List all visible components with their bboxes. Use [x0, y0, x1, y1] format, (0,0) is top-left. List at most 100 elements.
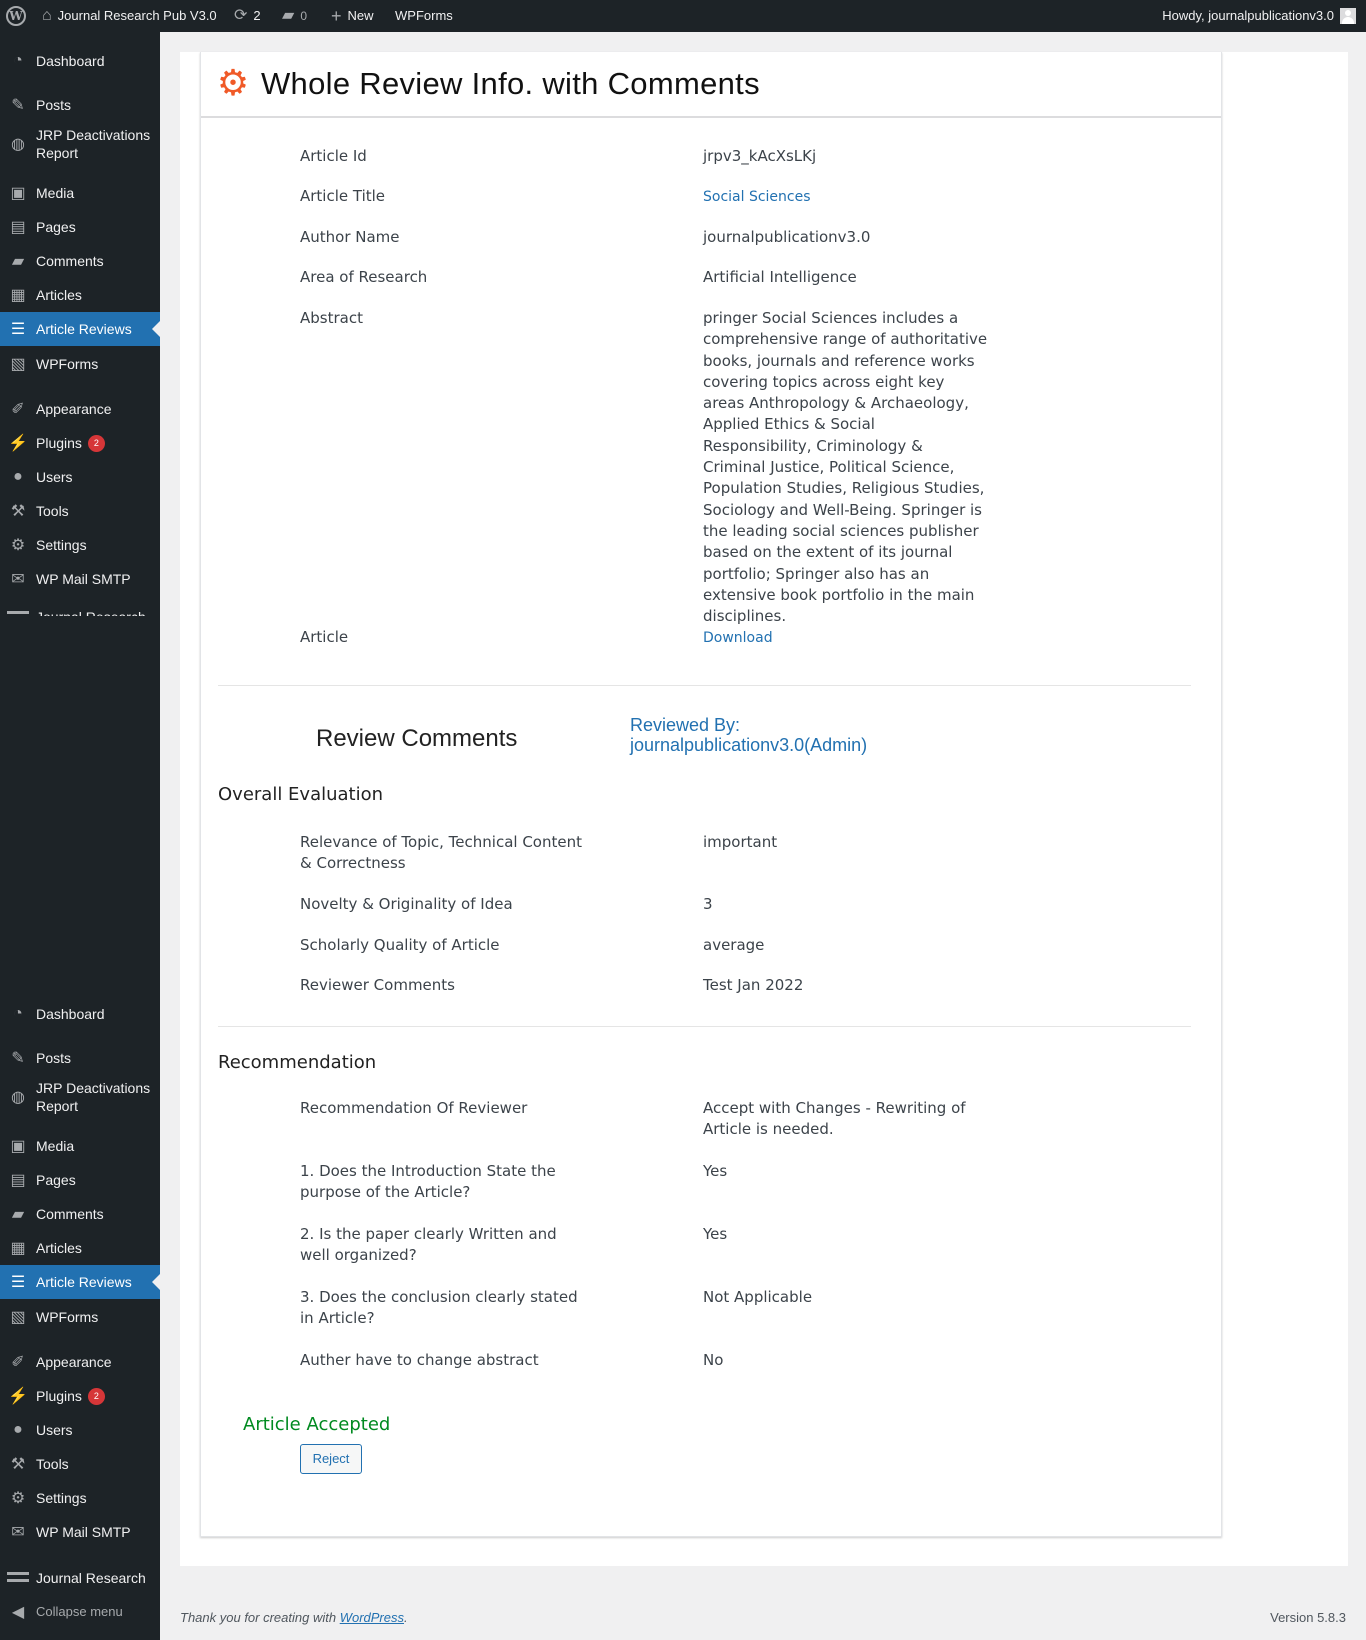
wordpress-footer-link[interactable]: WordPress: [340, 1610, 404, 1625]
sidebar-item-users[interactable]: ● Users: [0, 460, 160, 494]
sidebar-item-posts[interactable]: ✎ Posts: [0, 88, 160, 122]
recommendation-value: Yes: [703, 1225, 728, 1243]
recommendation-value: No: [703, 1351, 724, 1369]
sliders-icon: ⚙: [10, 537, 26, 554]
sidebar-item-articles[interactable]: ▦ Articles: [0, 278, 160, 312]
globe-icon: ◍: [11, 136, 25, 153]
sidebar-clipped-item: Journal Research: [0, 606, 160, 616]
comments-link[interactable]: ▰ 0: [282, 0, 307, 32]
my-account-link[interactable]: Howdy, journalpublicationv3.0: [1162, 0, 1356, 32]
brush-icon: ✐: [11, 1354, 25, 1371]
review-comments-heading: Review Comments: [316, 725, 518, 752]
document-icon: ▦: [10, 1240, 26, 1257]
document-icon: ▦: [10, 287, 26, 304]
plus-icon: +: [331, 6, 342, 26]
sliders-icon: ⚙: [10, 1490, 26, 1507]
download-link[interactable]: Download: [703, 630, 773, 646]
reviewed-by-text: Reviewed By: journalpublicationv3.0(Admi…: [630, 715, 868, 755]
sidebar-item-article-reviews[interactable]: ☰ Article Reviews: [0, 312, 160, 346]
recommendation-label: 3. Does the conclusion clearly stated in…: [300, 1288, 578, 1327]
sidebar-item-media[interactable]: ▣ Media: [0, 1129, 160, 1163]
sidebar-item-appearance[interactable]: ✐ Appearance: [0, 392, 160, 426]
evaluation-label: Scholarly Quality of Article: [300, 936, 500, 954]
site-name-link[interactable]: ⌂ Journal Research Pub V3.0: [42, 0, 217, 32]
sidebar-item-wpforms[interactable]: ▧ WPForms: [0, 1300, 160, 1334]
sidebar-item-wp-mail-smtp[interactable]: ✉ WP Mail SMTP: [0, 562, 160, 596]
sidebar-item-plugins[interactable]: ⚡ Plugins 2: [0, 426, 160, 460]
form-icon: ▧: [10, 356, 26, 373]
sidebar-item-comments[interactable]: ▰ Comments: [0, 244, 160, 278]
sidebar-item-dashboard[interactable]: ◔ Dashboard: [0, 997, 160, 1031]
wpforms-bar-link[interactable]: WPForms: [395, 0, 453, 32]
sidebar-item-settings[interactable]: ⚙ Settings: [0, 1481, 160, 1515]
sidebar-item-journal-research[interactable]: Journal Research: [0, 1561, 160, 1595]
recommendation-value: Accept with Changes - Rewriting of Artic…: [703, 1099, 966, 1138]
recommendation-heading: Recommendation: [218, 1052, 377, 1073]
list-icon: ☰: [10, 1274, 26, 1291]
reject-button[interactable]: Reject: [300, 1444, 362, 1474]
pages-icon: ▤: [10, 1172, 26, 1189]
author-name-value: journalpublicationv3.0: [703, 228, 871, 246]
sidebar-item-plugins[interactable]: ⚡ Plugins 2: [0, 1379, 160, 1413]
sidebar-item-settings[interactable]: ⚙ Settings: [0, 528, 160, 562]
evaluation-value: 3: [703, 895, 713, 913]
article-title-link[interactable]: Social Sciences: [703, 189, 811, 205]
updates-link[interactable]: ⟳ 2: [234, 0, 261, 32]
journal-icon: [0, 608, 36, 616]
detail-label: Article Title: [300, 187, 386, 205]
collapse-menu-button[interactable]: ◀ Collapse menu: [0, 1595, 160, 1629]
wordpress-logo-icon: W: [6, 6, 26, 26]
footer-thanks: Thank you for creating with WordPress.: [180, 1610, 408, 1625]
howdy-text: Howdy, journalpublicationv3.0: [1162, 8, 1334, 23]
wordpress-logo-link[interactable]: W: [6, 0, 26, 32]
sidebar-item-pages[interactable]: ▤ Pages: [0, 210, 160, 244]
sidebar-item-media[interactable]: ▣ Media: [0, 176, 160, 210]
recommendation-label: Recommendation Of Reviewer: [300, 1099, 528, 1117]
footer-thanks-text: Thank you for creating with: [180, 1610, 337, 1625]
article-id-value: jrpv3_kAcXsLKj: [703, 147, 817, 165]
sidebar-item-comments[interactable]: ▰ Comments: [0, 1197, 160, 1231]
sidebar-item-appearance[interactable]: ✐ Appearance: [0, 1345, 160, 1379]
sidebar-item-tools[interactable]: ⚒ Tools: [0, 1447, 160, 1481]
sidebar-item-posts[interactable]: ✎ Posts: [0, 1041, 160, 1075]
comments-count: 0: [300, 9, 307, 23]
sidebar-item-dashboard[interactable]: ◔ Dashboard: [0, 44, 160, 78]
admin-sidebar: ◔ Dashboard ✎ Posts ◍ JRP Deactivations Rep…: [0, 32, 160, 1640]
list-icon: ☰: [10, 321, 26, 338]
sidebar-item-tools[interactable]: ⚒ Tools: [0, 494, 160, 528]
sidebar-item-wp-mail-smtp[interactable]: ✉ WP Mail SMTP: [0, 1515, 160, 1549]
sidebar-item-journal-research-clipped[interactable]: Journal Research: [0, 606, 160, 616]
user-icon: ●: [13, 1421, 23, 1438]
evaluation-label: Reviewer Comments: [300, 976, 455, 994]
page-title: Whole Review Info. with Comments: [261, 66, 760, 101]
sidebar-item-jrp-deactivations-report[interactable]: ◍ JRP Deactivations Report: [0, 1074, 160, 1120]
brush-icon: ✐: [11, 401, 25, 418]
sidebar-item-pages[interactable]: ▤ Pages: [0, 1163, 160, 1197]
divider: [218, 1026, 1191, 1027]
abstract-value: pringer Social Sciences includes a compr…: [703, 309, 988, 626]
form-icon: ▧: [10, 1309, 26, 1326]
comment-icon: ▰: [11, 253, 25, 270]
reviewer-comments-value: Test Jan 2022: [703, 976, 804, 994]
article-status: Article Accepted: [243, 1414, 391, 1435]
home-icon: ⌂: [42, 7, 52, 24]
evaluation-label: Novelty & Originality of Idea: [300, 895, 513, 913]
detail-label: Article Id: [300, 147, 367, 165]
sidebar-item-article-reviews[interactable]: ☰ Article Reviews: [0, 1265, 160, 1299]
area-of-research-value: Artificial Intelligence: [703, 268, 857, 286]
pin-icon: ✎: [11, 97, 25, 114]
footer-thanks-suffix: .: [404, 1610, 408, 1625]
sidebar-item-wpforms[interactable]: ▧ WPForms: [0, 347, 160, 381]
new-content-link[interactable]: + New: [331, 0, 374, 32]
evaluation-value: important: [703, 833, 778, 851]
recommendation-label: 2. Is the paper clearly Written and well…: [300, 1225, 557, 1264]
detail-label: Area of Research: [300, 268, 428, 286]
detail-label: Author Name: [300, 228, 400, 246]
sidebar-item-articles[interactable]: ▦ Articles: [0, 1231, 160, 1265]
new-label: New: [347, 8, 374, 23]
globe-icon: ◍: [11, 1089, 25, 1106]
sidebar-item-users[interactable]: ● Users: [0, 1413, 160, 1447]
sidebar-item-jrp-deactivations-report[interactable]: ◍ JRP Deactivations Report: [0, 121, 160, 167]
detail-label: Article: [300, 628, 349, 646]
pin-icon: ✎: [11, 1050, 25, 1067]
